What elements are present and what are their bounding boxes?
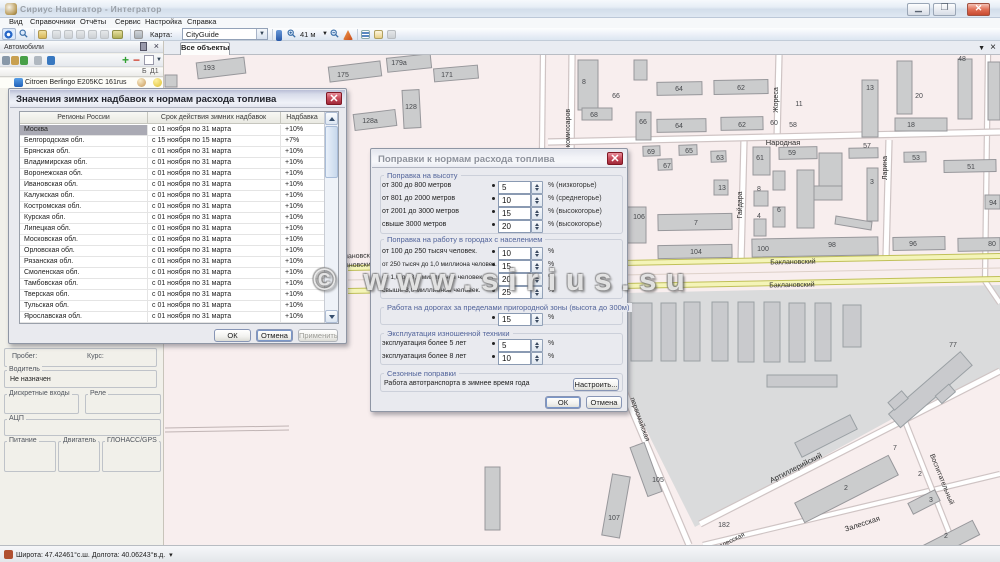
svg-text:18: 18 (907, 122, 915, 129)
svg-text:60: 60 (770, 120, 778, 127)
svg-text:8: 8 (757, 186, 761, 193)
svg-text:62: 62 (737, 85, 745, 92)
svg-text:77: 77 (949, 342, 957, 349)
svg-text:100: 100 (757, 246, 769, 253)
svg-text:53: 53 (912, 155, 920, 162)
svg-text:64: 64 (675, 123, 683, 130)
svg-text:67: 67 (663, 163, 671, 170)
svg-text:64: 64 (675, 86, 683, 93)
svg-text:65: 65 (685, 148, 693, 155)
svg-text:Ларина: Ларина (882, 156, 889, 180)
svg-text:6: 6 (777, 207, 781, 214)
svg-text:Баклановский: Баклановский (769, 281, 815, 290)
svg-text:2: 2 (918, 471, 922, 478)
svg-text:193: 193 (203, 65, 215, 72)
svg-text:179а: 179а (391, 60, 407, 67)
svg-text:128: 128 (405, 104, 417, 111)
svg-text:7: 7 (893, 445, 897, 452)
svg-text:20: 20 (915, 93, 923, 100)
svg-text:2: 2 (844, 485, 848, 492)
svg-text:11: 11 (795, 101, 802, 108)
svg-text:4: 4 (757, 213, 761, 220)
svg-text:48: 48 (958, 56, 966, 63)
svg-text:69: 69 (647, 149, 655, 156)
svg-text:61: 61 (756, 155, 764, 162)
svg-text:66: 66 (639, 119, 647, 126)
svg-text:57: 57 (863, 143, 871, 150)
svg-text:94: 94 (989, 200, 997, 207)
svg-text:8: 8 (582, 79, 586, 86)
svg-text:96: 96 (909, 241, 917, 248)
svg-text:62: 62 (738, 122, 746, 129)
svg-text:51: 51 (967, 164, 975, 171)
svg-text:63: 63 (716, 155, 724, 162)
svg-text:13: 13 (866, 85, 874, 92)
svg-text:171: 171 (441, 72, 453, 79)
svg-text:2: 2 (944, 533, 948, 540)
svg-text:182: 182 (718, 522, 730, 529)
svg-text:104: 104 (690, 249, 702, 256)
svg-text:Гайдара: Гайдара (736, 191, 744, 218)
svg-text:59: 59 (788, 150, 796, 157)
svg-text:80: 80 (988, 241, 996, 248)
svg-text:Народная: Народная (766, 138, 801, 147)
svg-text:комиссаров: комиссаров (565, 109, 572, 147)
svg-text:3: 3 (870, 179, 874, 186)
svg-text:58: 58 (789, 122, 797, 129)
svg-text:3: 3 (929, 497, 933, 504)
svg-text:128а: 128а (362, 118, 378, 125)
svg-text:175: 175 (337, 72, 349, 79)
svg-text:68: 68 (590, 112, 598, 119)
svg-text:13: 13 (718, 185, 726, 192)
svg-text:Баклановский: Баклановский (770, 258, 816, 267)
svg-text:98: 98 (828, 242, 836, 249)
svg-text:107: 107 (608, 515, 620, 522)
svg-text:7: 7 (694, 220, 698, 227)
svg-text:Жореса: Жореса (773, 87, 780, 113)
svg-text:106: 106 (633, 214, 645, 221)
svg-text:105: 105 (652, 477, 664, 484)
svg-text:66: 66 (612, 93, 620, 100)
